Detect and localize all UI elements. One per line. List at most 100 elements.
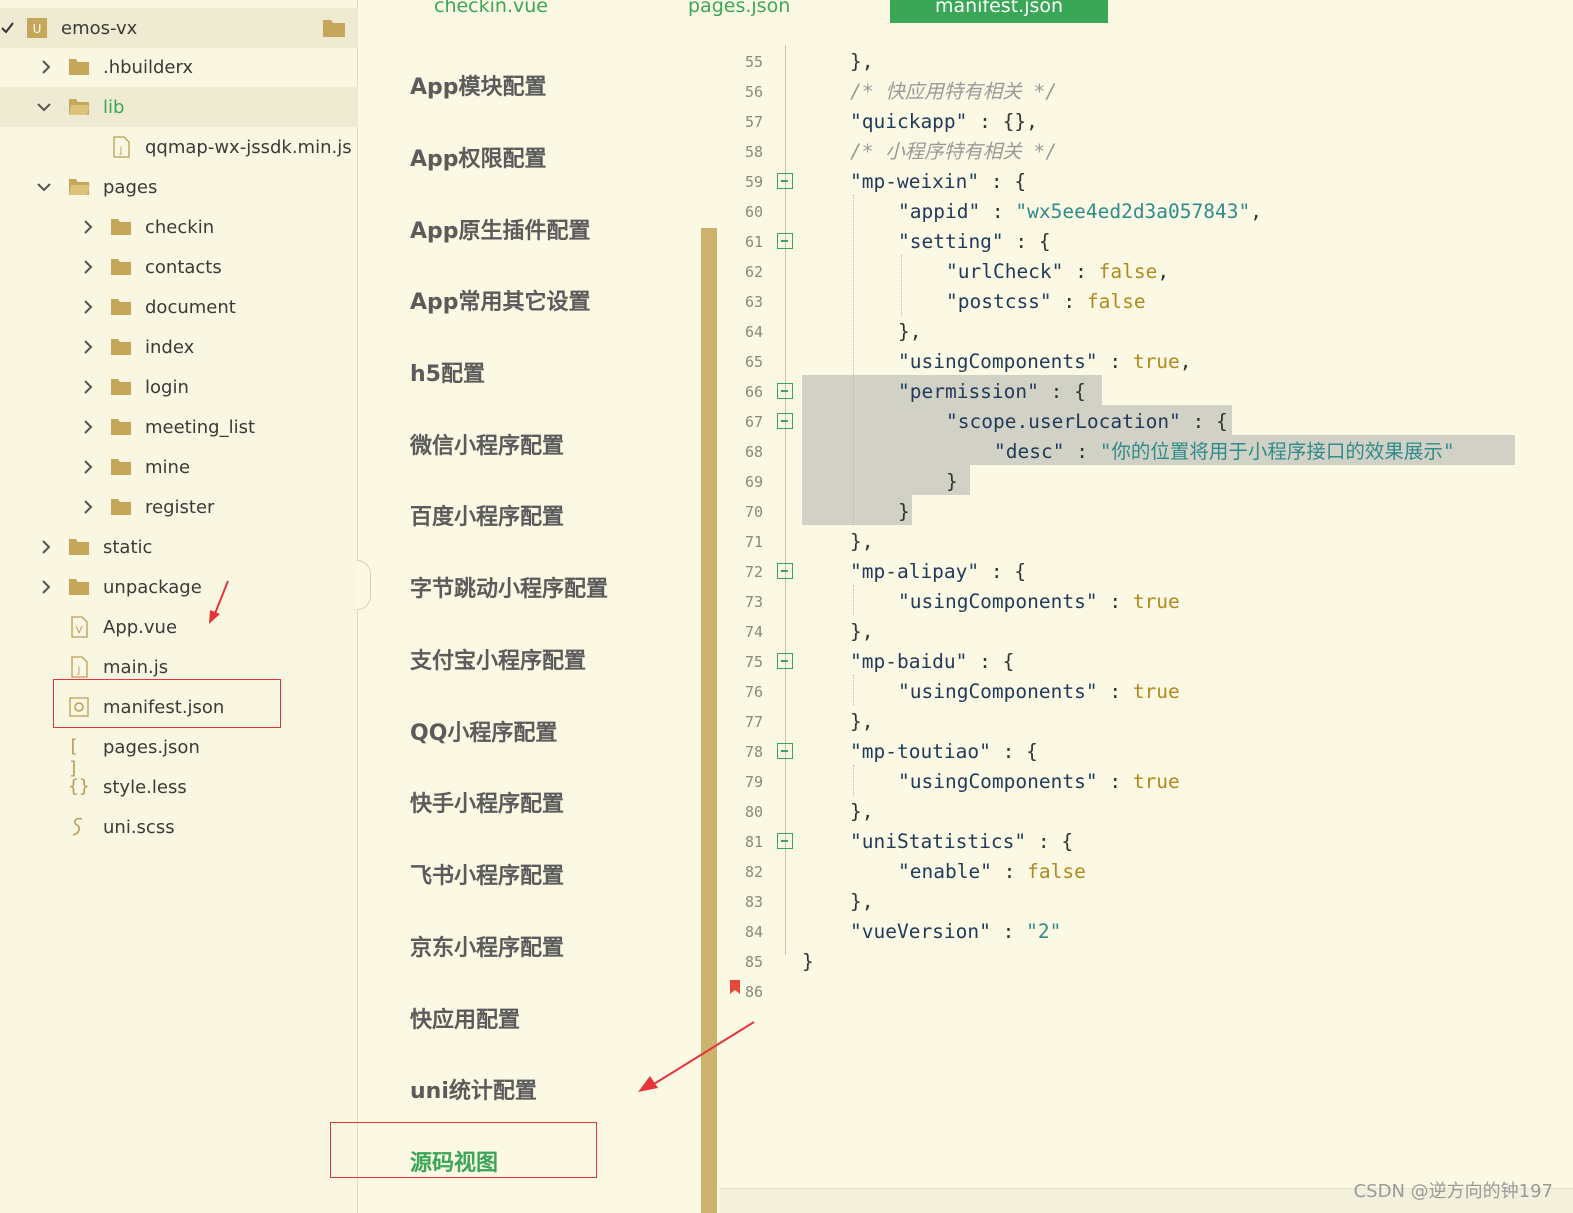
code-text: : — [1097, 680, 1133, 703]
tree-item-label: document — [145, 296, 236, 318]
line-number: 68 — [744, 443, 763, 461]
nav-h5[interactable]: h5配置 — [410, 356, 485, 388]
tree-item-static[interactable]: static — [0, 527, 358, 567]
fold-minus-icon[interactable] — [777, 413, 793, 429]
fold-minus-icon[interactable] — [777, 563, 793, 579]
fold-minus-icon[interactable] — [777, 383, 793, 399]
line-number: 76 — [744, 683, 763, 701]
tree-item-mine[interactable]: mine — [0, 447, 358, 487]
svg-text:U: U — [33, 22, 42, 36]
tree-item-app-vue[interactable]: V App.vue — [0, 607, 358, 647]
code-line-78: "mp-toutiao" : { — [850, 737, 1038, 767]
svg-text:J: J — [119, 146, 123, 156]
nav-mp-kuaishou[interactable]: 快手小程序配置 — [410, 786, 564, 818]
nav-app-other-settings[interactable]: App常用其它设置 — [410, 284, 591, 316]
line-number: 64 — [744, 323, 763, 341]
code-line-75: "mp-baidu" : { — [850, 647, 1014, 677]
code-line-58: /* 小程序特有相关 */ — [850, 137, 1057, 167]
fold-minus-icon[interactable] — [777, 833, 793, 849]
code-text: }, — [850, 890, 874, 913]
code-text: : { — [1180, 410, 1228, 433]
code-editor[interactable]: 55 56 57 58 59 60 61 62 63 64 65 66 67 6… — [719, 45, 1573, 1190]
tree-item-style-less[interactable]: {} style.less — [0, 767, 358, 807]
folder-icon — [69, 59, 89, 75]
nav-mp-jd[interactable]: 京东小程序配置 — [410, 930, 564, 962]
code-text: : { — [967, 650, 1015, 673]
line-number: 57 — [744, 113, 763, 131]
bookmark-icon[interactable] — [729, 979, 741, 995]
line-number: 78 — [744, 743, 763, 761]
code-line-76: "usingComponents" : true — [898, 677, 1180, 707]
tree-item-project-root[interactable]: U emos-vx — [0, 8, 358, 48]
tree-item-unpackage[interactable]: unpackage — [0, 567, 358, 607]
chevron-right-icon — [42, 580, 51, 594]
tab-pages-json[interactable]: pages.json — [688, 0, 808, 23]
code-text: : — [990, 920, 1027, 943]
scrollbar-track — [701, 0, 717, 228]
line-number: 83 — [744, 893, 763, 911]
nav-mp-alipay[interactable]: 支付宝小程序配置 — [410, 643, 586, 675]
code-line-74: }, — [850, 617, 873, 647]
tree-item-pages-json[interactable]: [ ] pages.json — [0, 727, 358, 779]
nav-app-native-plugins[interactable]: App原生插件配置 — [410, 213, 591, 245]
tree-item-register[interactable]: register — [0, 487, 358, 527]
code-line-72: "mp-alipay" : { — [850, 557, 1026, 587]
code-text: , — [1157, 260, 1170, 283]
nav-uni-statistics[interactable]: uni统计配置 — [410, 1073, 537, 1105]
nav-mp-toutiao[interactable]: 字节跳动小程序配置 — [410, 571, 608, 603]
code-key: "urlCheck" — [946, 260, 1064, 283]
fold-minus-icon[interactable] — [777, 173, 793, 189]
code-line-83: }, — [850, 887, 873, 917]
tree-item-label: register — [145, 496, 215, 518]
tree-item-checkin[interactable]: checkin — [0, 207, 358, 247]
line-number: 70 — [744, 503, 763, 521]
fold-minus-icon[interactable] — [777, 653, 793, 669]
line-number: 72 — [744, 563, 763, 581]
line-number: 81 — [744, 833, 763, 851]
code-key: "quickapp" — [850, 110, 968, 133]
nav-mp-baidu[interactable]: 百度小程序配置 — [410, 499, 564, 531]
code-line-70: } — [898, 497, 910, 527]
svg-text:J: J — [77, 666, 81, 676]
folder-icon — [111, 379, 131, 395]
code-text: } — [946, 470, 958, 493]
tree-item-pages[interactable]: pages — [0, 167, 358, 207]
tree-item-label: uni.scss — [103, 816, 175, 838]
project-name: emos-vx — [61, 17, 138, 39]
panel-collapse-handle[interactable] — [357, 560, 371, 610]
nav-mp-weixin[interactable]: 微信小程序配置 — [410, 428, 564, 460]
fold-minus-icon[interactable] — [777, 233, 793, 249]
line-number: 77 — [744, 713, 763, 731]
nav-mp-qq[interactable]: QQ小程序配置 — [410, 715, 557, 747]
code-boolean: false — [1027, 860, 1086, 883]
nav-quickapp[interactable]: 快应用配置 — [410, 1002, 520, 1034]
code-text: : { — [1038, 380, 1086, 403]
nav-app-permissions[interactable]: App权限配置 — [410, 141, 547, 173]
tree-item-document[interactable]: document — [0, 287, 358, 327]
tree-item-uni-scss[interactable]: uni.scss — [0, 807, 358, 847]
tree-item-lib[interactable]: lib — [0, 87, 358, 127]
code-key: "scope.userLocation" — [946, 410, 1181, 433]
line-number: 79 — [744, 773, 763, 791]
code-text: : — [991, 860, 1028, 883]
tab-manifest-json[interactable]: manifest.json — [890, 0, 1108, 23]
fold-minus-icon[interactable] — [777, 743, 793, 759]
nav-mp-lark[interactable]: 飞书小程序配置 — [410, 858, 564, 890]
tree-item-label: pages.json — [103, 736, 200, 758]
tab-checkin-vue[interactable]: checkin.vue — [434, 0, 554, 23]
svg-text:V: V — [76, 625, 83, 636]
nav-app-modules[interactable]: App模块配置 — [410, 69, 547, 101]
code-line-55: }, — [850, 47, 873, 77]
code-line-81: "uniStatistics" : { — [850, 827, 1073, 857]
tree-item-meeting-list[interactable]: meeting_list — [0, 407, 358, 447]
tree-item-qqmap-js[interactable]: J qqmap-wx-jssdk.min.js — [0, 127, 358, 167]
code-line-64: }, — [898, 317, 921, 347]
tree-item-hbuilderx[interactable]: .hbuilderx — [0, 47, 358, 87]
code-line-65: "usingComponents" : true, — [898, 347, 1192, 377]
tree-item-login[interactable]: login — [0, 367, 358, 407]
tree-item-index[interactable]: index — [0, 327, 358, 367]
line-number: 75 — [744, 653, 763, 671]
tree-item-contacts[interactable]: contacts — [0, 247, 358, 287]
js-file-icon: J — [71, 656, 88, 678]
code-text: : — [1063, 260, 1099, 283]
